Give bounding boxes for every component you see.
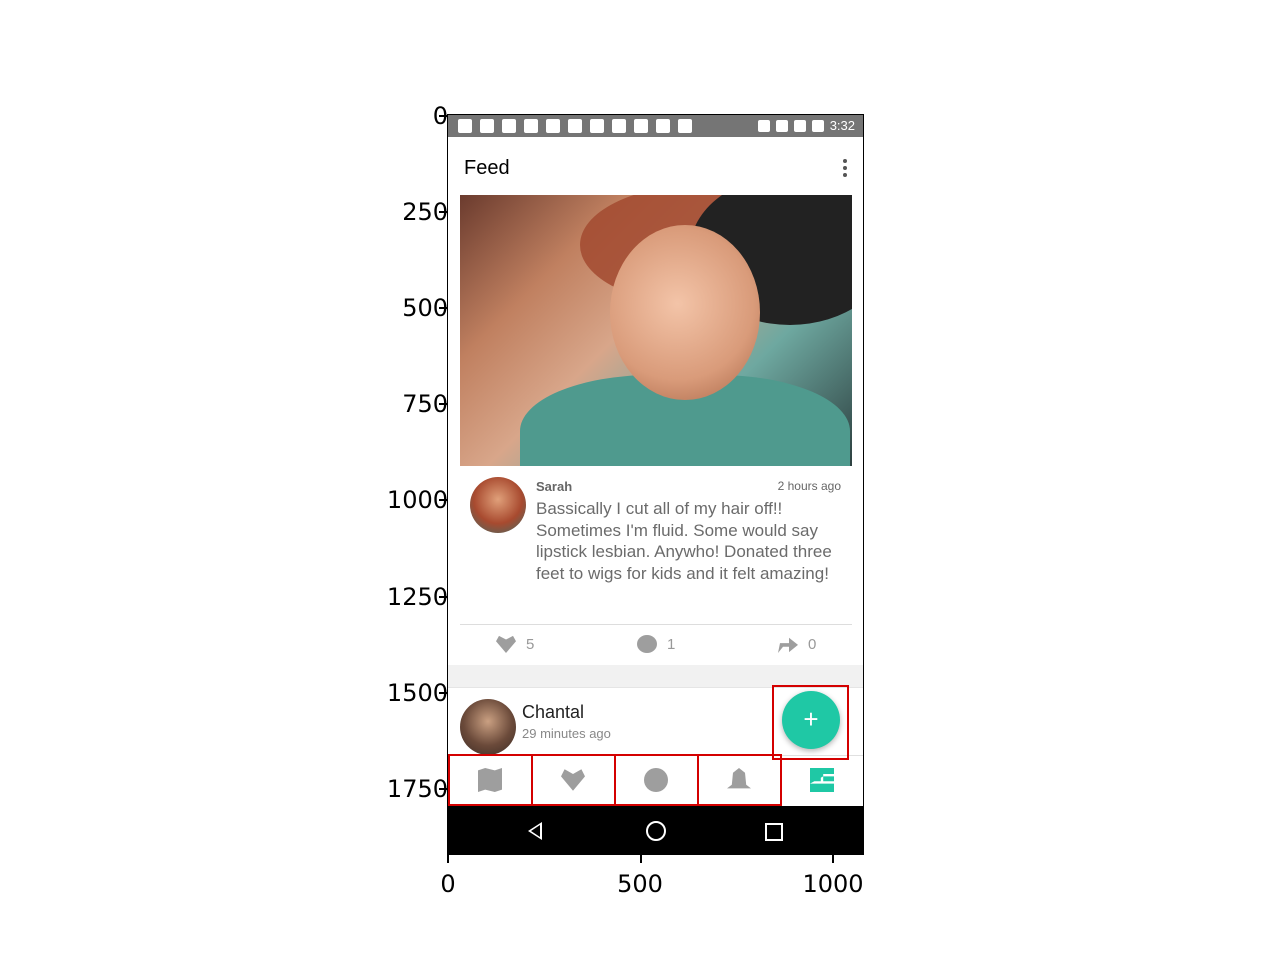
system-icons: 3:32 <box>757 118 855 133</box>
x-tick-mark <box>832 855 834 863</box>
like-button[interactable]: 5 <box>496 635 534 653</box>
x-tick-label: 1000 <box>802 870 864 898</box>
clock: 3:32 <box>829 118 855 133</box>
battery-icon <box>811 119 824 132</box>
wifi-icon <box>775 119 788 132</box>
heart-icon <box>496 635 516 653</box>
y-tick-mark <box>439 115 447 117</box>
post-author[interactable]: Chantal <box>522 702 584 723</box>
share-count: 0 <box>808 635 817 653</box>
notification-icons <box>458 119 692 133</box>
share-icon <box>778 637 798 653</box>
send-icon <box>502 119 516 133</box>
nav-item-feed[interactable] <box>780 756 863 807</box>
chat-icon <box>644 768 668 792</box>
share-button[interactable]: 0 <box>778 635 816 653</box>
feed-icon <box>810 768 834 792</box>
y-tick-mark <box>439 403 447 405</box>
facebook-icon <box>524 119 538 133</box>
nav-item-messages[interactable] <box>614 756 697 807</box>
status-bar: 3:32 <box>448 115 863 137</box>
y-tick-mark <box>439 692 447 694</box>
post-timestamp: 2 hours ago <box>777 479 841 493</box>
phone-screen: 3:32 Feed Sarah 2 hours ago Bassically I… <box>447 114 864 855</box>
avatar[interactable] <box>460 699 516 755</box>
post-actions: 5 1 0 <box>460 624 852 667</box>
nav-item-matches[interactable] <box>531 756 614 807</box>
more-vert-icon[interactable] <box>843 159 849 179</box>
heart-icon <box>561 769 585 791</box>
add-post-button[interactable]: + <box>782 691 840 749</box>
page-title: Feed <box>464 157 510 179</box>
y-tick-mark <box>439 788 447 790</box>
bluetooth-icon <box>757 119 770 132</box>
home-icon[interactable] <box>646 821 666 841</box>
post-card[interactable]: Sarah 2 hours ago Bassically I cut all o… <box>448 195 863 665</box>
comment-count: 1 <box>667 635 676 653</box>
x-tick-label: 0 <box>440 870 456 898</box>
post-timestamp: 29 minutes ago <box>522 726 611 741</box>
facebook-icon <box>546 119 560 133</box>
y-tick-mark <box>439 307 447 309</box>
x-tick-mark <box>447 855 449 863</box>
y-tick-mark <box>439 211 447 213</box>
like-count: 5 <box>526 635 535 653</box>
y-tick-mark <box>439 499 447 501</box>
post-author[interactable]: Sarah <box>536 479 572 494</box>
app-bar: Feed <box>448 137 863 195</box>
person-icon <box>612 119 626 133</box>
recents-icon[interactable] <box>765 823 783 841</box>
bell-icon <box>678 119 692 133</box>
facebook-icon <box>568 119 582 133</box>
bottom-navigation <box>448 755 863 807</box>
signal-icon <box>793 119 806 132</box>
feed-list[interactable]: Sarah 2 hours ago Bassically I cut all o… <box>448 195 863 758</box>
post-photo[interactable] <box>460 195 852 466</box>
y-tick-mark <box>439 596 447 598</box>
avatar[interactable] <box>470 477 526 533</box>
nav-item-notifications[interactable] <box>697 756 780 807</box>
comment-icon <box>637 635 657 653</box>
person-icon <box>634 119 648 133</box>
nav-item-map[interactable] <box>448 756 531 807</box>
bell-icon <box>727 768 751 789</box>
shield-icon <box>656 119 670 133</box>
facebook-icon <box>590 119 604 133</box>
back-icon[interactable] <box>528 822 542 840</box>
map-icon <box>478 768 502 792</box>
comment-button[interactable]: 1 <box>637 635 675 653</box>
system-navigation-bar <box>448 806 863 854</box>
x-tick-mark <box>640 855 642 863</box>
x-tick-label: 500 <box>617 870 663 898</box>
post-body: Bassically I cut all of my hair off!! So… <box>536 499 832 583</box>
notification-icon <box>458 119 472 133</box>
facebook-icon <box>480 119 494 133</box>
